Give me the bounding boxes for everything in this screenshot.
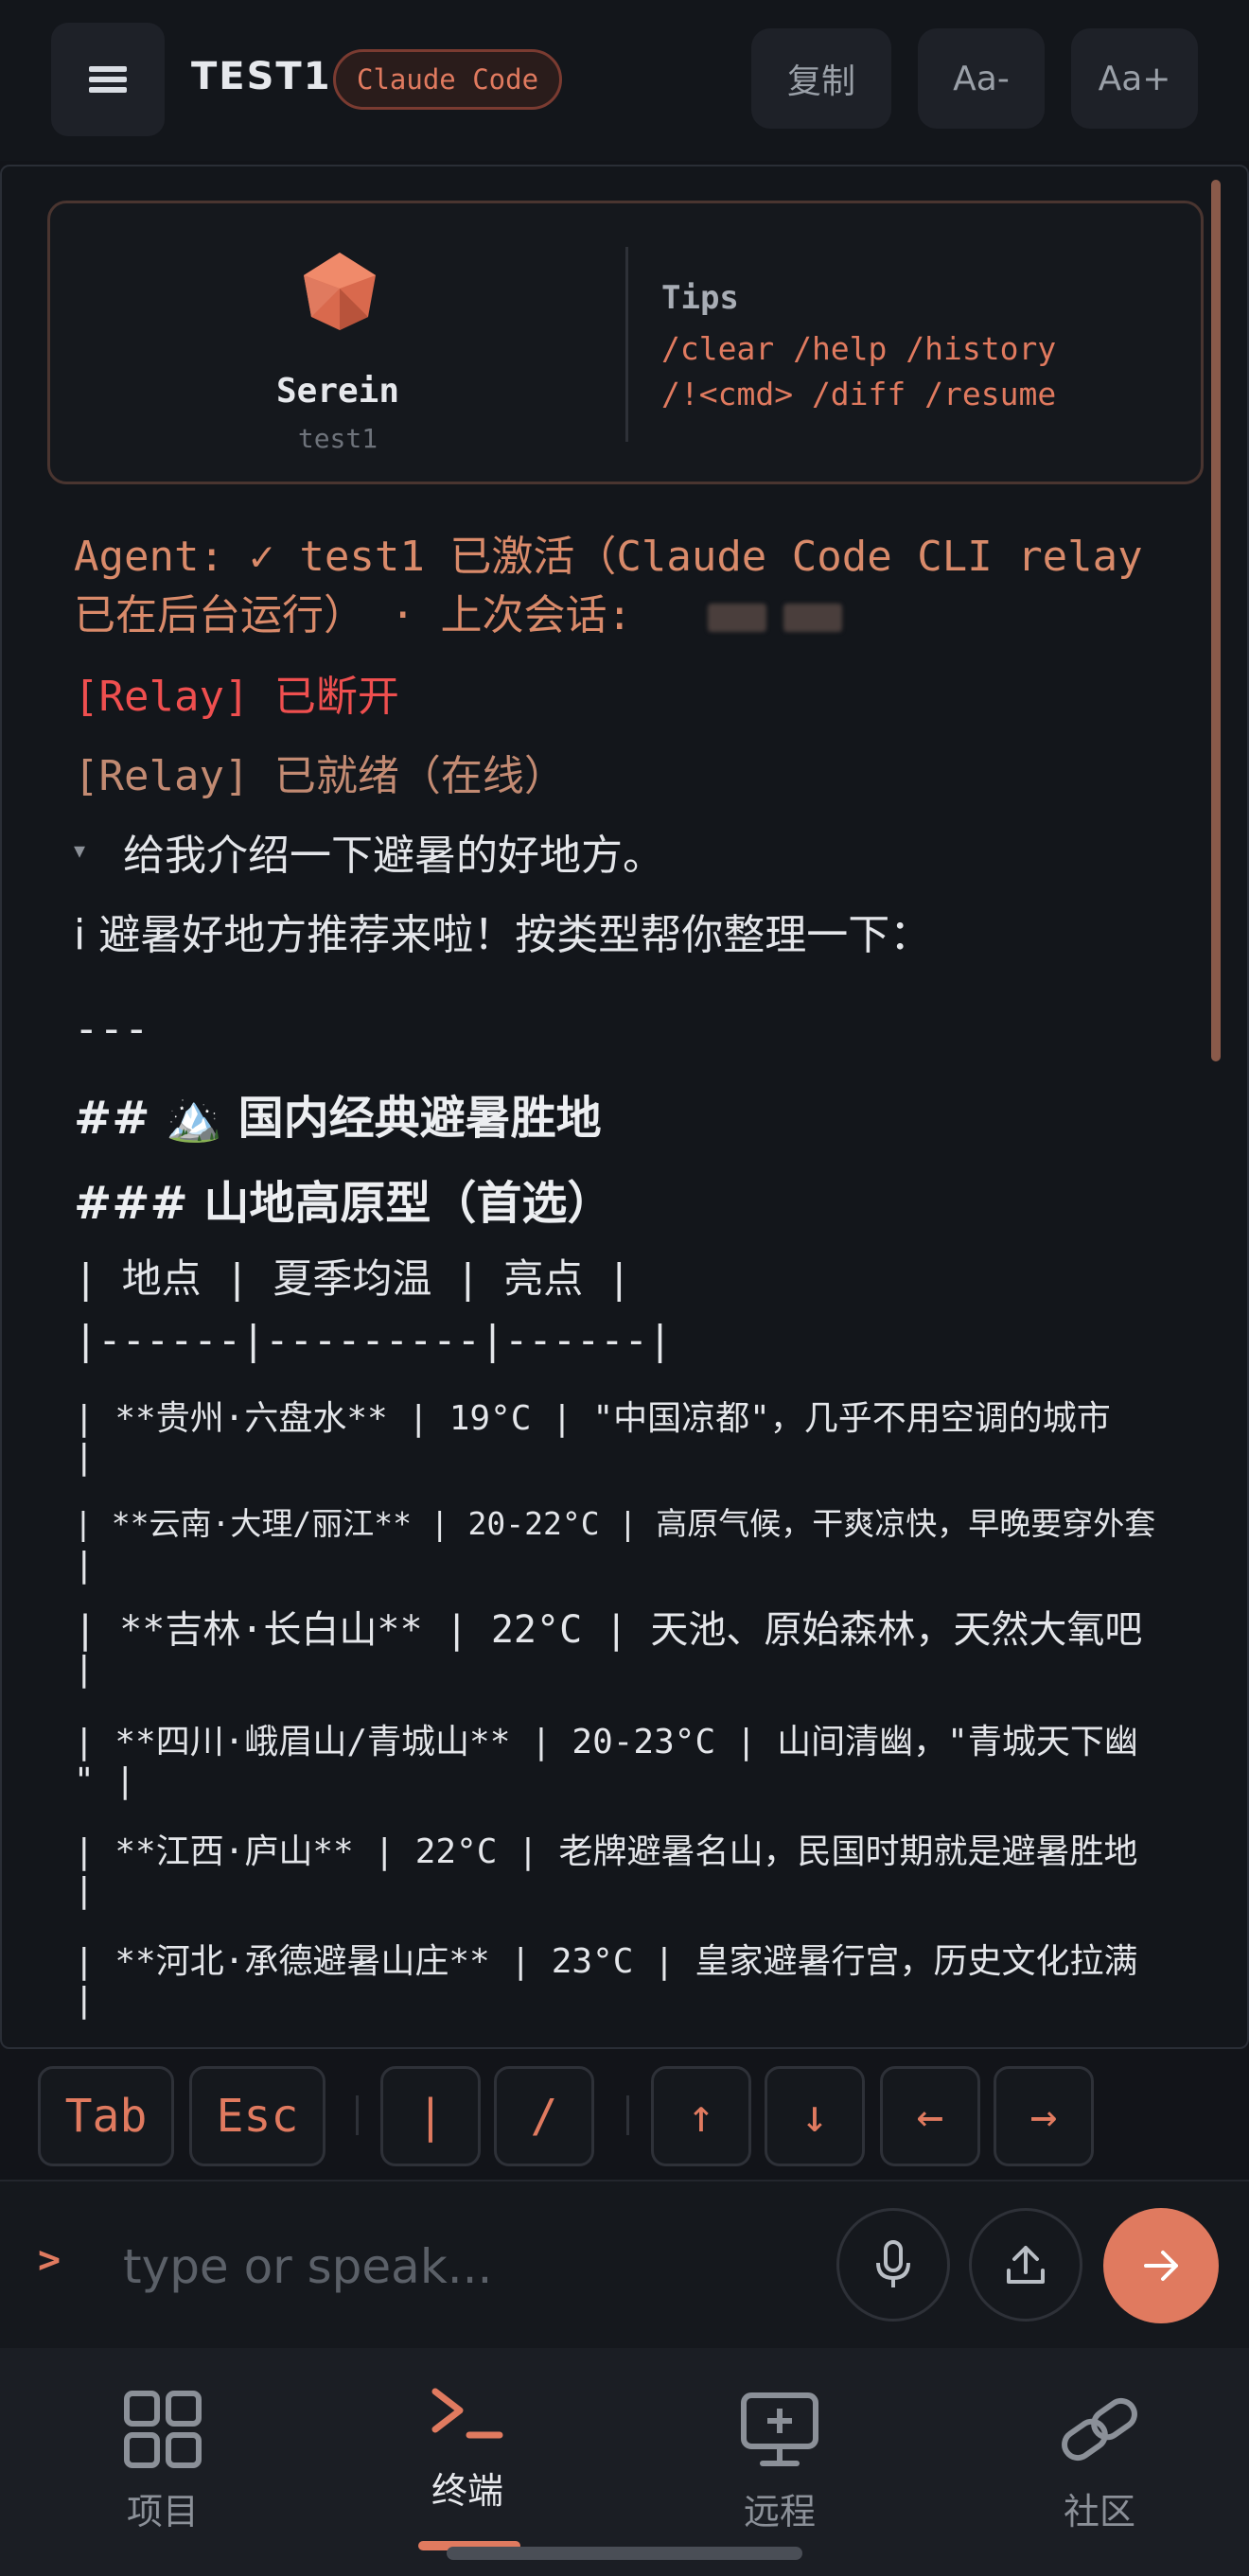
nav-projects[interactable]: 项目: [68, 2390, 257, 2534]
table-row-wrap: |: [74, 1438, 95, 1477]
arrow-down-key[interactable]: ↓: [765, 2066, 865, 2166]
terminal-scrollbar[interactable]: [1211, 180, 1221, 1061]
menu-button[interactable]: [51, 23, 165, 136]
table-row: | **江西·庐山** | 22°C | 老牌避暑名山，民国时期就是避暑胜地: [74, 1832, 1138, 1871]
arrow-left-key[interactable]: ←: [880, 2066, 980, 2166]
nav-community[interactable]: 社区: [1005, 2390, 1194, 2534]
remote-desktop-icon: [741, 2392, 818, 2466]
session-title: TEST1: [191, 55, 332, 98]
nav-label: 项目: [126, 2491, 199, 2532]
redacted-block: [783, 604, 842, 632]
grid-icon: [124, 2391, 202, 2468]
table-row-wrap: |: [74, 1981, 95, 2020]
agent-type-badge: Claude Code: [333, 49, 563, 110]
upload-icon: [1007, 2246, 1045, 2284]
agent-name: Serein: [275, 372, 400, 411]
table-header: | 地点 | 夏季均温 | 亮点 |: [74, 1255, 631, 1302]
table-separator: |------|---------|------|: [74, 1317, 673, 1363]
card-divider: [625, 247, 628, 442]
pipe-key[interactable]: |: [380, 2066, 481, 2166]
table-row-wrap: |: [74, 1546, 95, 1585]
user-message: 给我介绍一下避暑的好地方。: [123, 832, 665, 880]
last-session-label: 已在后台运行） · 上次会话:: [74, 591, 632, 640]
horizontal-rule: ---: [74, 1005, 150, 1053]
table-row-wrap: " |: [74, 1761, 136, 1800]
redacted-block: [707, 604, 766, 632]
agent-info-card: Serein test1 Tips /clear /help /history …: [47, 201, 1204, 484]
nav-label: 远程: [743, 2491, 816, 2532]
nav-terminal[interactable]: 终端: [373, 2382, 562, 2514]
tips-commands-line1: /clear /help /history: [661, 330, 1057, 367]
hamburger-icon: [89, 61, 127, 97]
nav-label: 社区: [1063, 2491, 1135, 2532]
home-indicator[interactable]: [447, 2547, 802, 2560]
font-increase-button[interactable]: Aa+: [1071, 28, 1198, 129]
font-decrease-button[interactable]: Aa-: [918, 28, 1045, 129]
microphone-button[interactable]: [836, 2208, 950, 2322]
arrow-right-icon: [1144, 2251, 1178, 2281]
markdown-heading-3: ### 山地高原型（首选）: [74, 1177, 613, 1230]
link-icon: [1062, 2397, 1137, 2462]
arrow-right-key[interactable]: →: [994, 2066, 1094, 2166]
upload-button[interactable]: [969, 2208, 1082, 2322]
send-button[interactable]: [1103, 2208, 1219, 2323]
command-input[interactable]: [123, 2219, 804, 2314]
table-row: | **贵州·六盘水** | 19°C | "中国凉都"，几乎不用空调的城市: [74, 1399, 1111, 1438]
microphone-icon: [876, 2240, 910, 2287]
agent-status-line: Agent: ✓ test1 已激活（Claude Code CLI relay: [74, 533, 1143, 581]
tips-commands-line2: /!<cmd> /diff /resume: [661, 376, 1057, 412]
esc-key[interactable]: Esc: [189, 2066, 325, 2166]
slash-key[interactable]: /: [494, 2066, 594, 2166]
arrow-up-key[interactable]: ↑: [651, 2066, 751, 2166]
assistant-intro: i 避暑好地方推荐来啦！按类型帮你整理一下：: [74, 911, 932, 959]
bottom-nav: 项目 终端 远程 社区: [0, 2348, 1249, 2576]
collapse-caret-icon[interactable]: ▾: [74, 837, 85, 864]
app-header: TEST1 Claude Code 复制 Aa- Aa+: [0, 0, 1249, 161]
relay-ready-line: [Relay] 已就绪（在线）: [74, 752, 566, 800]
table-row-wrap: |: [74, 1871, 95, 1910]
table-row: | **四川·峨眉山/青城山** | 20-23°C | 山间清幽，"青城天下幽: [74, 1723, 1138, 1761]
table-row: | **吉林·长白山** | 22°C | 天池、原始森林，天然大氧吧: [74, 1608, 1143, 1652]
tips-title: Tips: [661, 279, 739, 317]
user-message-line[interactable]: ▾ 给我介绍一下避暑的好地方。: [74, 821, 664, 882]
special-keys-bar: Tab Esc | / ↑ ↓ ← →: [0, 2053, 1249, 2176]
key-separator: [626, 2095, 629, 2135]
tab-key[interactable]: Tab: [38, 2066, 174, 2166]
agent-status-line-cont: 已在后台运行） · 上次会话:: [74, 581, 842, 641]
relay-disconnected-line: [Relay] 已断开: [74, 673, 399, 721]
table-row-wrap: |: [74, 1650, 95, 1689]
terminal-icon: [431, 2388, 503, 2439]
table-row: | **河北·承德避暑山庄** | 23°C | 皇家避暑行宫，历史文化拉满: [74, 1942, 1138, 1981]
prompt-symbol: >: [38, 2238, 62, 2282]
markdown-heading-2: ## 🏔️ 国内经典避暑胜地: [74, 1092, 602, 1145]
nav-remote[interactable]: 远程: [685, 2390, 874, 2534]
copy-button[interactable]: 复制: [751, 28, 891, 129]
input-bar: >: [0, 2180, 1249, 2348]
key-separator: [356, 2095, 359, 2135]
agent-id: test1: [297, 423, 378, 454]
gem-logo-icon: [304, 253, 376, 330]
nav-label: 终端: [431, 2470, 503, 2512]
table-row: | **云南·大理/丽江** | 20-22°C | 高原气候，干爽凉快，早晚要…: [74, 1505, 1156, 1542]
